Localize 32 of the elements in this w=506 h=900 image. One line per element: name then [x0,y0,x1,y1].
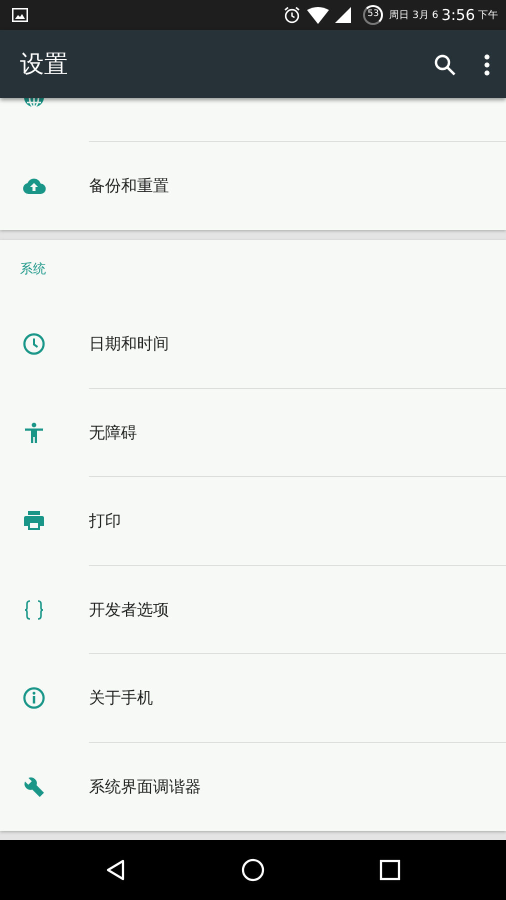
item-label: 日期和时间 [89,333,169,356]
person-icon [22,420,46,445]
settings-item[interactable]: 无障碍 [0,388,506,477]
clock-time: 3:56 [441,4,475,26]
section-header: 系统 [20,261,46,280]
wifi-icon [307,6,330,24]
item-label: 开发者选项 [89,598,169,621]
wrench-icon [22,774,46,799]
clock-period: 下午 [478,8,498,22]
item-label: 系统界面调谐器 [89,776,201,798]
settings-item[interactable]: 系统界面调谐器 [0,742,506,831]
item-label: 无障碍 [89,422,137,444]
item-label: 打印 [89,510,121,532]
alarm-icon [283,6,302,24]
settings-item[interactable]: 日期和时间 [0,300,506,388]
battery-indicator: 53 [363,5,384,25]
date-text: 周日 3月 6 [389,8,438,22]
more-icon [484,54,490,76]
braces-icon [22,598,46,622]
info-icon [22,686,46,710]
clock-icon [22,332,46,356]
settings-item[interactable]: 关于手机 [0,654,506,742]
image-icon [12,8,28,22]
recents-icon [378,858,402,882]
item-label: 关于手机 [89,687,153,710]
item-label: 备份和重置 [89,174,169,197]
search-icon [434,54,456,76]
home-icon [240,858,265,882]
settings-item[interactable]: 打印 [0,477,506,566]
page-title: 设置 [20,49,69,80]
signal-icon [335,7,352,23]
settings-item[interactable]: 开发者选项 [0,566,506,654]
